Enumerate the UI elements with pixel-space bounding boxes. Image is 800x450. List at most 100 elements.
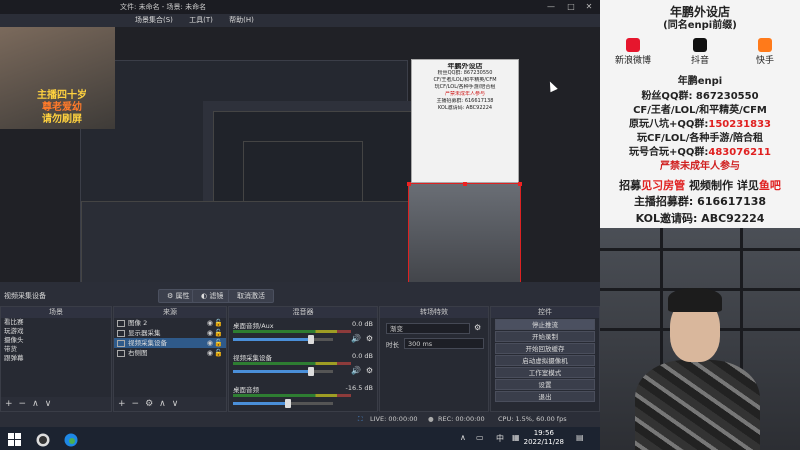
lock-icon[interactable]: 🔓 xyxy=(214,328,223,338)
social-label: 快手 xyxy=(755,56,774,66)
sources-dock-footer: +−⚙∧∨ xyxy=(114,397,226,411)
preview-poster-anchor: 主播招募群: 616617138 xyxy=(436,98,494,104)
volume-slider[interactable] xyxy=(233,335,333,344)
remove-icon[interactable]: − xyxy=(132,399,146,409)
source-label: 图像 2 xyxy=(128,319,148,327)
source-item[interactable]: 右侧图 ◉ 🔓 xyxy=(114,348,226,358)
image-icon xyxy=(117,319,125,327)
visibility-icon[interactable]: ◉ xyxy=(207,318,213,328)
gear-icon[interactable]: ⚙ xyxy=(366,366,373,375)
minimize-icon[interactable]: — xyxy=(542,0,560,14)
source-label: 显示器采集 xyxy=(128,329,161,337)
scene-item[interactable]: 跟弹幕 xyxy=(1,354,111,363)
deactivate-button[interactable]: 取消激活 xyxy=(228,289,274,303)
menu-tools[interactable]: 工具(T) xyxy=(189,16,213,24)
clock-time: 19:56 xyxy=(533,429,554,437)
resize-handle[interactable] xyxy=(518,182,522,186)
channel-db: 0.0 dB xyxy=(352,320,373,328)
windows-start-icon[interactable] xyxy=(8,432,22,446)
stop-streaming-button[interactable]: 停止推流 xyxy=(495,319,595,330)
notification-icon[interactable]: ▤ xyxy=(576,433,584,442)
start-virtual-camera-button[interactable]: 启动虚拟摄像机 xyxy=(495,355,595,366)
resize-handle[interactable] xyxy=(463,182,467,186)
duration-input[interactable]: 300 ms xyxy=(404,338,484,349)
clock[interactable]: 19:56 2022/11/28 xyxy=(524,429,564,447)
lock-icon[interactable]: 🔓 xyxy=(214,348,223,358)
recruit-prefix: 招募 xyxy=(619,179,642,192)
channel-name: 桌面音频/Aux xyxy=(233,322,274,330)
volume-slider[interactable] xyxy=(233,367,333,376)
down-icon[interactable]: ∨ xyxy=(172,399,185,409)
preview-poster-games: CF/王者/LOL/和平精英/CFM xyxy=(433,77,497,83)
speaker-icon[interactable]: 🔊 xyxy=(351,366,361,375)
down-icon[interactable]: ∨ xyxy=(45,399,58,409)
tray-chevron-icon[interactable]: ∧ xyxy=(460,433,466,442)
streamer-body xyxy=(635,360,760,450)
network-tray-icon[interactable]: ▭ xyxy=(476,433,484,442)
scene-item[interactable]: 看比赛 xyxy=(1,318,111,327)
add-icon[interactable]: + xyxy=(5,399,19,409)
exit-button[interactable]: 退出 xyxy=(495,391,595,402)
resize-handle[interactable] xyxy=(407,182,411,186)
weibo-icon xyxy=(626,38,640,52)
start-replay-buffer-button[interactable]: 开始回放缓存 xyxy=(495,343,595,354)
up-icon[interactable]: ∧ xyxy=(159,399,172,409)
maximize-icon[interactable]: □ xyxy=(562,0,580,14)
mixer-channel: 桌面音频 -16.5 dB xyxy=(229,382,377,414)
gear-icon[interactable]: ⚙ xyxy=(474,323,481,332)
scene-item[interactable]: 摄像头 xyxy=(1,336,111,345)
visibility-icon[interactable]: ◉ xyxy=(207,338,213,348)
gear-icon[interactable]: ⚙ xyxy=(145,399,159,409)
source-item[interactable]: 图像 2 ◉ 🔓 xyxy=(114,318,226,328)
poster-group-3: 玩号合玩+QQ群:483076211 xyxy=(600,143,800,158)
channel-db: 0.0 dB xyxy=(352,352,373,360)
recruit-see: 详见 xyxy=(736,179,759,192)
scene-item[interactable]: 玩游戏 xyxy=(1,327,111,336)
poster-kol-code: KOL邀请码: ABC92224 xyxy=(635,212,765,225)
input-indicator-icon[interactable]: ▦ xyxy=(512,433,520,442)
source-label: 视频采集设备 xyxy=(128,339,167,347)
gear-icon[interactable]: ⚙ xyxy=(366,334,373,343)
preview-webcam-source[interactable] xyxy=(407,182,522,282)
visibility-icon[interactable]: ◉ xyxy=(207,328,213,338)
poster-subtitle: (同名enpi前缀) xyxy=(663,20,737,31)
edge-browser-icon[interactable] xyxy=(64,432,78,447)
transition-select[interactable]: 渐变 xyxy=(386,323,470,334)
rec-time: REC: 00:00:00 xyxy=(438,415,485,423)
preview-poster-fans: 粉丝QQ群: 867230550 xyxy=(437,70,493,76)
studio-mode-button[interactable]: 工作室模式 xyxy=(495,367,595,378)
start-recording-button[interactable]: 开始录制 xyxy=(495,331,595,342)
source-item[interactable]: 视频采集设备 ◉ 🔓 xyxy=(114,338,226,348)
ime-indicator[interactable]: 中 xyxy=(496,433,504,444)
obs-app-icon[interactable] xyxy=(36,432,50,447)
filters-button[interactable]: ◐ 滤镜 xyxy=(192,289,233,303)
remove-icon[interactable]: − xyxy=(19,399,33,409)
menu-bar: 场景集合(S) 工具(T) 帮助(H) xyxy=(0,14,600,27)
visibility-icon[interactable]: ◉ xyxy=(207,348,213,358)
poster-group-2: 玩CF/LOL/各种手游/陪合租 xyxy=(636,133,763,144)
clock-date: 2022/11/28 xyxy=(523,438,564,446)
settings-button[interactable]: 设置 xyxy=(495,379,595,390)
close-icon[interactable]: ✕ xyxy=(580,0,598,14)
channel-db: -16.5 dB xyxy=(345,384,373,392)
controls-dock-title: 控件 xyxy=(491,307,599,318)
poster-handle: 年鹏enpi xyxy=(677,76,723,87)
transitions-dock: 转场特效 渐变 ⚙ 时长 300 ms xyxy=(379,306,489,412)
up-icon[interactable]: ∧ xyxy=(32,399,45,409)
lock-icon[interactable]: 🔓 xyxy=(214,318,223,328)
add-icon[interactable]: + xyxy=(118,399,132,409)
menu-scene-collection[interactable]: 场景集合(S) xyxy=(135,16,173,24)
scenes-dock-footer: +−∧∨ xyxy=(1,397,111,411)
mixer-channel: 桌面音频/Aux 0.0 dB 🔊 ⚙ xyxy=(229,318,377,350)
volume-slider[interactable] xyxy=(233,399,333,408)
scene-item[interactable]: 带货 xyxy=(1,345,111,354)
menu-help[interactable]: 帮助(H) xyxy=(229,16,254,24)
streamer-camera-overlay: 主播四十岁 尊老爱幼 请勿刷屏 xyxy=(0,27,115,129)
lock-icon[interactable]: 🔓 xyxy=(214,338,223,348)
speaker-icon[interactable]: 🔊 xyxy=(351,334,361,343)
source-toolbar: 视频采集设备 ⚙ 属性 ◐ 滤镜 取消激活 xyxy=(0,287,600,305)
streamer-hair xyxy=(668,288,722,312)
source-item[interactable]: 显示器采集 ◉ 🔓 xyxy=(114,328,226,338)
window-title: 文件: 未命名 - 场景: 未命名 xyxy=(120,3,207,11)
preview-canvas[interactable]: 年鹏外设店 粉丝QQ群: 867230550 CF/王者/LOL/和平精英/CF… xyxy=(0,27,600,282)
